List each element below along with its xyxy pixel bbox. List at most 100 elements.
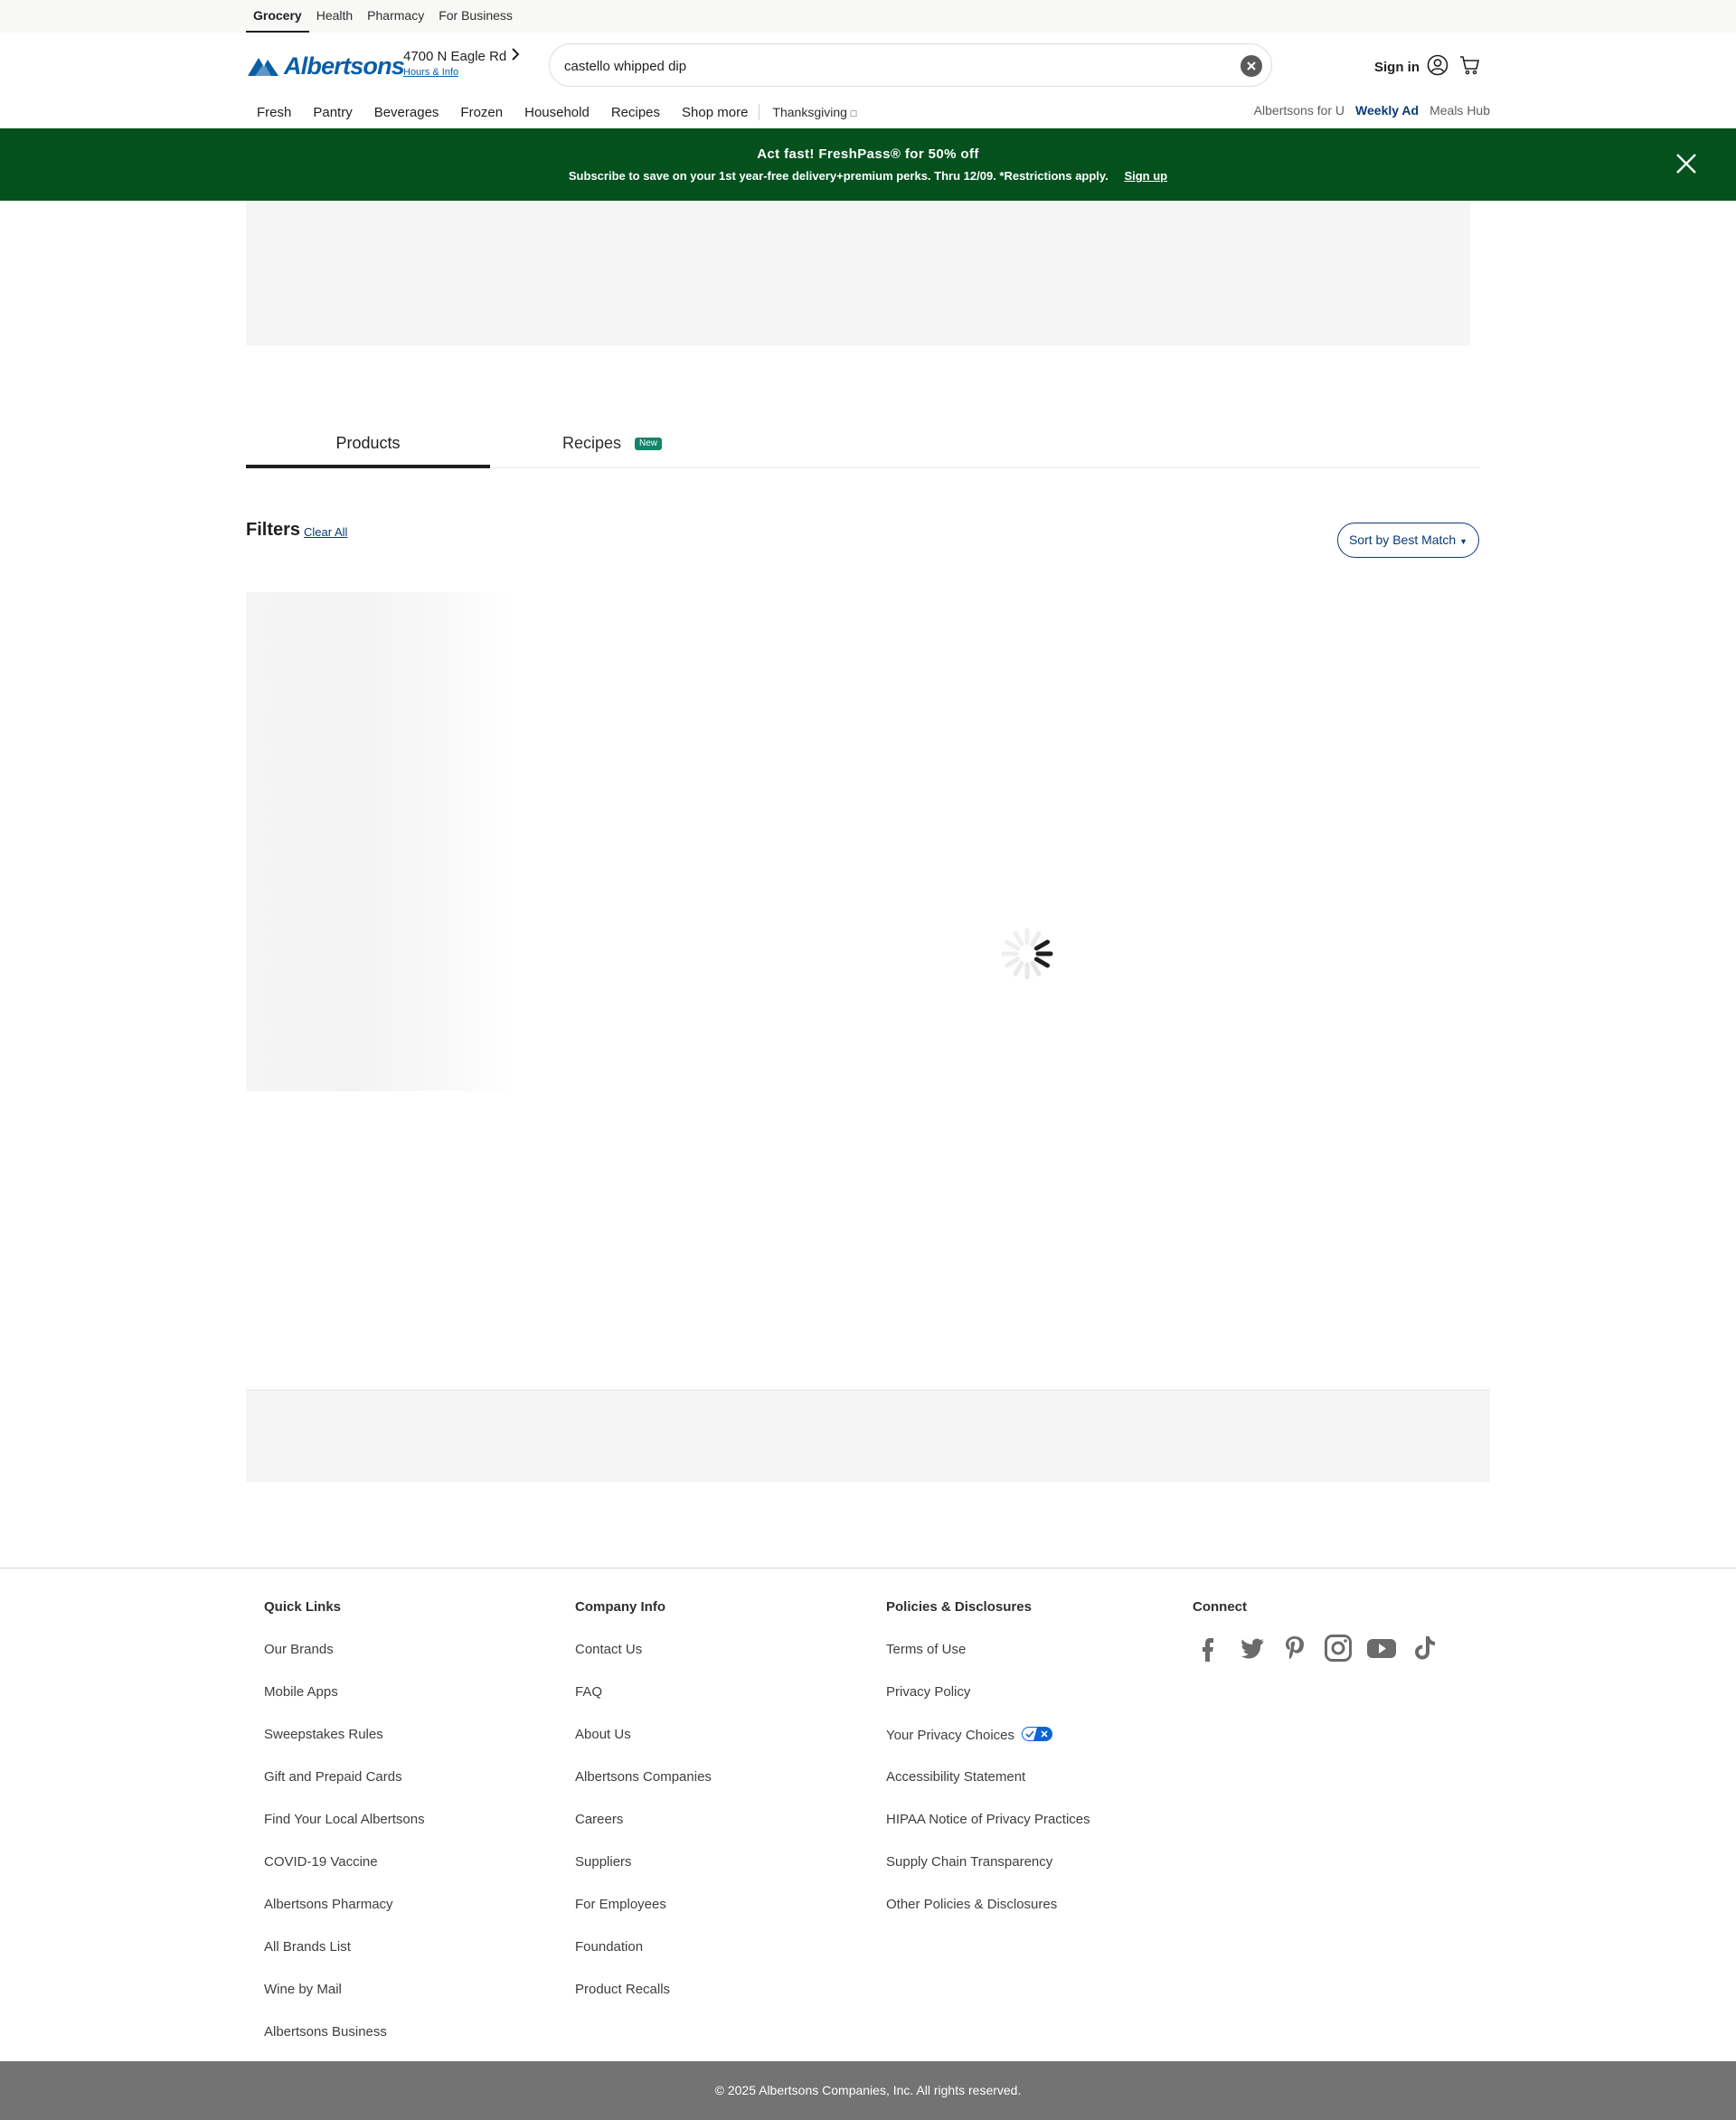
- footer-company-info: Company Info Contact Us FAQ About Us Alb…: [575, 1599, 712, 2024]
- utility-tab-health[interactable]: Health: [309, 0, 360, 33]
- footer-connect: Connect: [1193, 1599, 1440, 1663]
- results-tabs: Products Recipes New: [246, 425, 1479, 468]
- footer-link-hipaa[interactable]: HIPAA Notice of Privacy Practices: [886, 1812, 1090, 1828]
- nav-item-household[interactable]: Household: [524, 105, 590, 120]
- store-address: 4700 N Eagle Rd: [403, 48, 507, 64]
- filters-title: Filters: [246, 520, 301, 540]
- sort-dropdown[interactable]: Sort by Best Match ▼: [1337, 523, 1479, 558]
- footer-link-careers[interactable]: Careers: [575, 1812, 712, 1828]
- clear-search-icon[interactable]: [1241, 55, 1262, 77]
- footer-link-other-policies[interactable]: Other Policies & Disclosures: [886, 1897, 1090, 1913]
- footer-link-sweepstakes-rules[interactable]: Sweepstakes Rules: [264, 1727, 425, 1743]
- footer-heading-policies: Policies & Disclosures: [886, 1599, 1032, 1615]
- facebook-icon[interactable]: [1193, 1633, 1223, 1663]
- footer-link-privacy-policy[interactable]: Privacy Policy: [886, 1684, 1090, 1701]
- utility-tabs: Grocery Health Pharmacy For Business: [246, 0, 520, 33]
- utility-tab-grocery[interactable]: Grocery: [246, 0, 309, 33]
- main-nav: Fresh Pantry Beverages Frozen Household …: [246, 101, 867, 123]
- nav-item-frozen[interactable]: Frozen: [460, 105, 503, 120]
- logo-mark-icon: [246, 54, 282, 78]
- youtube-icon[interactable]: [1366, 1633, 1397, 1663]
- albertsons-for-u-link[interactable]: Albertsons for U: [1254, 103, 1344, 118]
- footer-link-wine-by-mail[interactable]: Wine by Mail: [264, 1982, 425, 1998]
- nav-item-thanksgiving[interactable]: Thanksgiving □: [772, 105, 856, 119]
- store-selector[interactable]: 4700 N Eagle Rd Hours & Info: [403, 48, 520, 78]
- footer-link-for-employees[interactable]: For Employees: [575, 1897, 712, 1913]
- site-header: Albertsons 4700 N Eagle Rd Hours & Info …: [0, 33, 1736, 128]
- nav-item-recipes[interactable]: Recipes: [611, 105, 660, 120]
- tiktok-icon[interactable]: [1410, 1633, 1440, 1663]
- hours-info-link[interactable]: Hours & Info: [403, 67, 520, 78]
- nav-item-shop-more[interactable]: Shop more: [682, 105, 748, 120]
- sign-in-button[interactable]: Sign in: [1374, 54, 1448, 80]
- promo-banner: Act fast! FreshPass® for 50% off Subscri…: [0, 128, 1736, 201]
- footer-link-accessibility[interactable]: Accessibility Statement: [886, 1769, 1090, 1786]
- footer-link-business[interactable]: Albertsons Business: [264, 2024, 425, 2040]
- close-icon[interactable]: [1673, 150, 1700, 177]
- search-bar: [549, 43, 1272, 87]
- promo-sign-up-link[interactable]: Sign up: [1124, 169, 1167, 183]
- loading-spinner-icon: [1000, 927, 1054, 981]
- footer-link-faq[interactable]: FAQ: [575, 1684, 712, 1701]
- pinterest-icon[interactable]: [1279, 1633, 1310, 1663]
- footer-link-all-brands[interactable]: All Brands List: [264, 1939, 425, 1955]
- instagram-icon[interactable]: [1323, 1633, 1354, 1663]
- logo-text: Albertsons: [284, 52, 405, 80]
- footer-link-privacy-choices[interactable]: Your Privacy Choices: [886, 1727, 1090, 1743]
- clear-all-link[interactable]: Clear All: [304, 525, 347, 539]
- weekly-ad-link[interactable]: Weekly Ad: [1355, 103, 1419, 118]
- copyright: © 2025 Albertsons Companies, Inc. All ri…: [0, 2061, 1736, 2120]
- footer-link-suppliers[interactable]: Suppliers: [575, 1854, 712, 1870]
- footer-link-about-us[interactable]: About Us: [575, 1727, 712, 1743]
- footer-heading-company-info: Company Info: [575, 1599, 665, 1615]
- footer-link-product-recalls[interactable]: Product Recalls: [575, 1982, 712, 1998]
- content-placeholder: [246, 201, 1470, 345]
- filter-skeleton: [246, 592, 517, 1091]
- footer-heading-connect: Connect: [1193, 1599, 1247, 1615]
- footer-link-our-brands[interactable]: Our Brands: [264, 1642, 425, 1658]
- tab-products[interactable]: Products: [246, 425, 490, 468]
- meals-hub-link[interactable]: Meals Hub: [1429, 103, 1490, 118]
- chevron-right-icon: [512, 48, 520, 64]
- nav-item-beverages[interactable]: Beverages: [374, 105, 439, 120]
- tab-recipes-label: Recipes: [561, 434, 621, 452]
- nav-item-fresh[interactable]: Fresh: [257, 105, 291, 120]
- promo-subtitle: Subscribe to save on your 1st year-free …: [568, 169, 1109, 183]
- twitter-icon[interactable]: [1236, 1633, 1267, 1663]
- footer-link-covid-vaccine[interactable]: COVID-19 Vaccine: [264, 1854, 425, 1870]
- utility-tab-for-business[interactable]: For Business: [431, 0, 520, 33]
- social-icons: [1193, 1633, 1440, 1663]
- caret-down-icon: ▼: [1459, 537, 1468, 546]
- utility-tab-pharmacy[interactable]: Pharmacy: [360, 0, 431, 33]
- new-badge: New: [635, 438, 663, 451]
- seasonal-icon: □: [850, 108, 857, 119]
- footer-link-terms[interactable]: Terms of Use: [886, 1642, 1090, 1658]
- footer-link-albertsons-companies[interactable]: Albertsons Companies: [575, 1769, 712, 1786]
- footer-link-supply-chain[interactable]: Supply Chain Transparency: [886, 1854, 1090, 1870]
- footer-link-contact-us[interactable]: Contact Us: [575, 1642, 712, 1658]
- tab-products-label: Products: [335, 434, 401, 452]
- promo-subtitle-row: Subscribe to save on your 1st year-free …: [0, 169, 1736, 183]
- footer-link-find-store[interactable]: Find Your Local Albertsons: [264, 1812, 425, 1828]
- footer-link-mobile-apps[interactable]: Mobile Apps: [264, 1684, 425, 1701]
- thanksgiving-label: Thanksgiving: [772, 105, 847, 119]
- account-icon: [1427, 54, 1448, 80]
- footer-link-foundation[interactable]: Foundation: [575, 1939, 712, 1955]
- utility-bar: Grocery Health Pharmacy For Business: [0, 0, 1736, 33]
- privacy-choices-icon: [1022, 1727, 1053, 1745]
- footer-link-gift-cards[interactable]: Gift and Prepaid Cards: [264, 1769, 425, 1786]
- promo-title: Act fast! FreshPass® for 50% off: [757, 146, 979, 162]
- search-input[interactable]: [564, 53, 1197, 79]
- site-footer: Quick Links Our Brands Mobile Apps Sweep…: [0, 1568, 1736, 2061]
- sign-in-label: Sign in: [1374, 59, 1420, 75]
- footer-quick-links: Quick Links Our Brands Mobile Apps Sweep…: [264, 1599, 425, 2067]
- footer-link-pharmacy[interactable]: Albertsons Pharmacy: [264, 1897, 425, 1913]
- cart-icon[interactable]: [1459, 54, 1481, 80]
- footer-policies: Policies & Disclosures Terms of Use Priv…: [886, 1599, 1090, 1939]
- bottom-placeholder: [246, 1390, 1490, 1482]
- nav-divider: [759, 104, 760, 120]
- tab-recipes[interactable]: Recipes New: [490, 425, 734, 468]
- albertsons-logo[interactable]: Albertsons: [246, 52, 405, 80]
- sort-label: Sort by Best Match: [1348, 532, 1457, 547]
- nav-item-pantry[interactable]: Pantry: [313, 105, 352, 120]
